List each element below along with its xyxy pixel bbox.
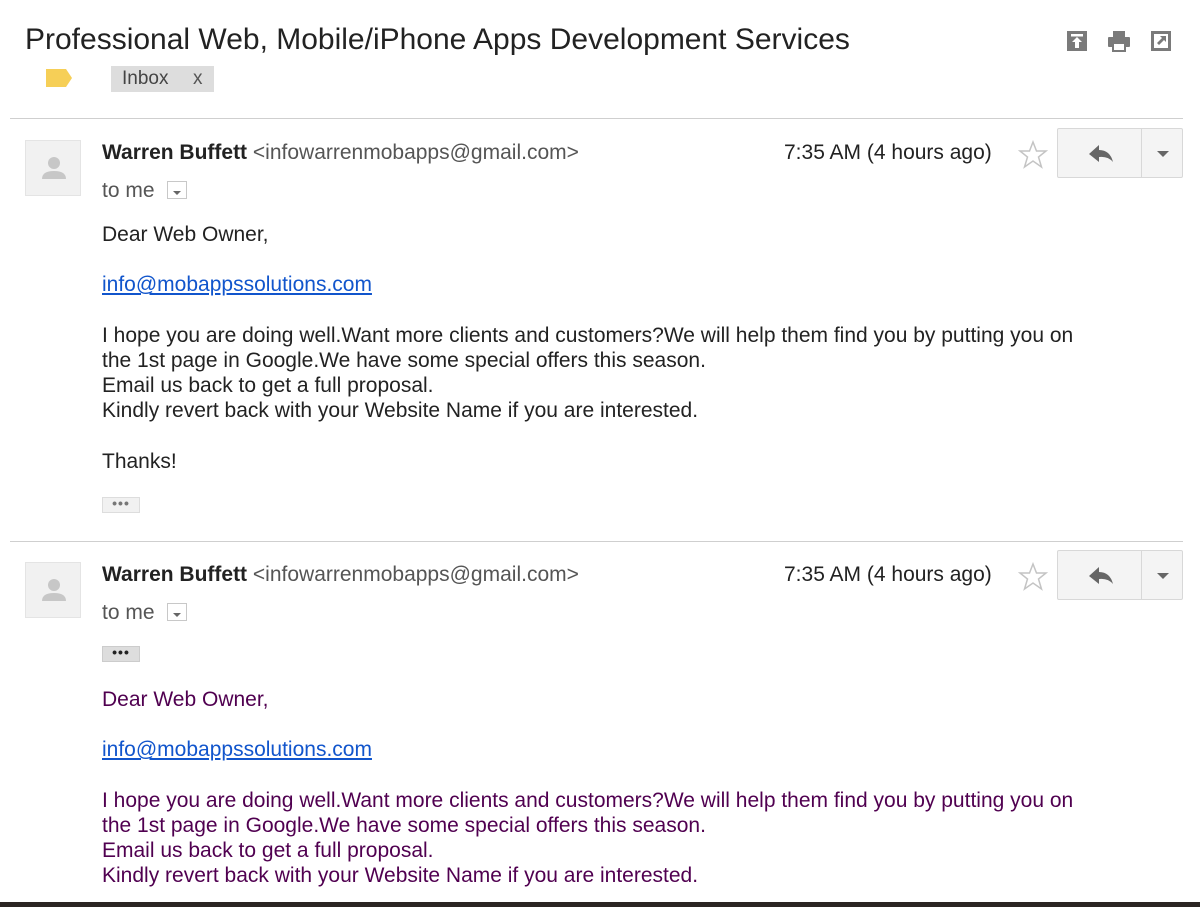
reply-group [1057,128,1183,178]
email-subject: Professional Web, Mobile/iPhone Apps Dev… [25,23,850,56]
print-icon[interactable] [1106,28,1132,54]
body-line: Email us back to get a full proposal. [102,839,434,863]
reply-button[interactable] [1057,128,1142,178]
star-icon[interactable] [1017,561,1049,592]
recipient-text: to me [102,179,155,202]
greeting: Dear Web Owner, [102,223,269,246]
message-body: Dear Web Owner, info@mobappssolutions.co… [102,222,1073,474]
show-trimmed-content-button[interactable]: ••• [102,645,140,662]
sender-name[interactable]: Warren Buffett [102,563,247,586]
more-options-button[interactable] [1141,550,1183,600]
recipient-line: to me [102,178,187,204]
divider [10,541,1183,542]
new-window-icon[interactable] [1148,28,1174,54]
message-time: 7:35 AM (4 hours ago) [784,141,992,164]
show-trimmed-content-button[interactable]: ••• [102,496,140,513]
body-line: Email us back to get a full proposal. [102,374,434,398]
more-options-button[interactable] [1141,128,1183,178]
reply-button[interactable] [1057,550,1142,600]
divider [10,118,1183,119]
window-bottom-edge [0,902,1200,907]
body-line: Kindly revert back with your Website Nam… [102,399,699,423]
avatar [25,140,81,196]
recipient-details-toggle[interactable] [167,181,187,199]
chevron-down-icon [1157,151,1169,157]
label-chip-inbox[interactable]: Inbox x [111,66,214,92]
remove-label-button[interactable]: x [193,66,203,92]
reply-icon [1089,145,1113,162]
recipient-line: to me [102,600,187,626]
recipient-text: to me [102,601,155,624]
body-line: Kindly revert back with your Website Nam… [102,864,699,888]
chevron-down-icon [173,191,181,195]
greeting: Dear Web Owner, [102,688,269,711]
sender: Warren Buffett <infowarrenmobapps@gmail.… [102,562,579,588]
closing: Thanks! [102,449,177,473]
body-line: I hope you are doing well.Want more clie… [102,323,1074,347]
important-marker-icon[interactable] [46,69,74,87]
label-chip-text: Inbox [122,68,169,89]
message-time: 7:35 AM (4 hours ago) [784,563,992,586]
avatar [25,562,81,618]
email-link[interactable]: info@mobappssolutions.com [102,273,372,296]
sender-email: <infowarrenmobapps@gmail.com> [252,563,579,586]
sender: Warren Buffett <infowarrenmobapps@gmail.… [102,140,579,166]
reply-group [1057,550,1183,600]
reply-icon [1089,567,1113,584]
email-link[interactable]: info@mobappssolutions.com [102,738,372,761]
body-line: the 1st page in Google.We have some spec… [102,813,706,837]
recipient-details-toggle[interactable] [167,603,187,621]
quoted-message-body: Dear Web Owner, info@mobappssolutions.co… [102,687,1073,889]
chevron-down-icon [1157,573,1169,579]
body-line: the 1st page in Google.We have some spec… [102,348,706,372]
archive-icon[interactable] [1064,28,1090,54]
body-line: I hope you are doing well.Want more clie… [102,788,1074,812]
sender-email: <infowarrenmobapps@gmail.com> [252,141,579,164]
star-icon[interactable] [1017,139,1049,170]
chevron-down-icon [173,613,181,617]
sender-name[interactable]: Warren Buffett [102,141,247,164]
